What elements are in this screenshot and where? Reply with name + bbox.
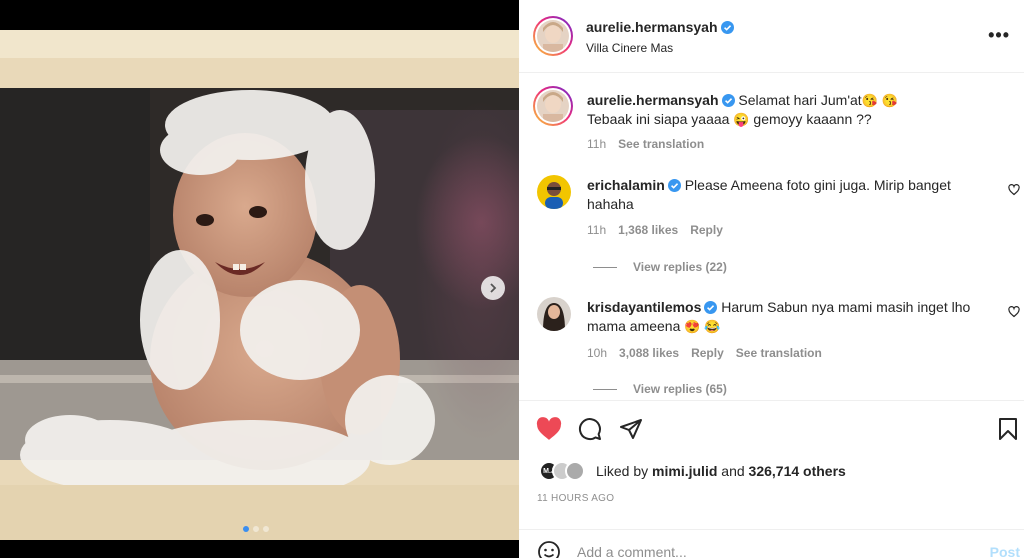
liked-by-user[interactable]: mimi.julid	[652, 463, 717, 479]
comment: krisdayantilemos Harum Sabun nya mami ma…	[587, 298, 987, 336]
divider	[593, 266, 617, 268]
comment-username[interactable]: krisdayantilemos	[587, 299, 701, 315]
liked-by-prefix: Liked by	[596, 463, 649, 479]
reply-button[interactable]: Reply	[690, 223, 723, 237]
caption-line2-tail: gemoyy kaaann ??	[753, 111, 872, 127]
comment-time[interactable]: 11h	[587, 223, 606, 237]
verified-icon	[720, 21, 734, 34]
caption-time[interactable]: 11h	[587, 137, 606, 151]
post-photo	[0, 30, 519, 540]
view-replies-button[interactable]: View replies (65)	[593, 382, 727, 396]
verified-icon	[667, 179, 681, 192]
caption-line2: Tebaak ini siapa yaaaa	[587, 111, 730, 127]
share-icon[interactable]	[619, 417, 643, 441]
liker-avatar	[565, 461, 585, 481]
comments-list[interactable]: aurelie.hermansyah Selamat hari Jum'at😘 …	[519, 74, 1024, 400]
post-header: aurelie.hermansyah Villa Cinere Mas •••	[519, 0, 1024, 73]
carousel-dot	[243, 526, 249, 532]
view-replies-button[interactable]: View replies (22)	[593, 260, 727, 274]
reply-button[interactable]: Reply	[691, 346, 724, 360]
carousel-indicator	[243, 526, 269, 532]
heart-icon[interactable]	[536, 417, 562, 441]
post-sidebar: aurelie.hermansyah Villa Cinere Mas ••• …	[519, 0, 1024, 558]
view-replies-label: View replies (65)	[633, 382, 727, 396]
comment-icon[interactable]	[578, 417, 602, 441]
liker-avatars[interactable]: M.J	[539, 461, 591, 483]
verified-icon	[704, 301, 718, 314]
divider	[593, 388, 617, 390]
see-translation-link[interactable]: See translation	[736, 346, 822, 360]
post-actions: M.J Liked by mimi.julid and 326,714 othe…	[519, 400, 1024, 558]
comment-input[interactable]: Add a comment...	[577, 544, 687, 558]
comment-likes[interactable]: 1,368 likes	[618, 223, 678, 237]
view-replies-label: View replies (22)	[633, 260, 727, 274]
comment-emoji: 😍 😂	[684, 319, 721, 334]
post-timestamp[interactable]: 11 HOURS AGO	[537, 493, 614, 504]
comment-username[interactable]: erichalamin	[587, 177, 665, 193]
post-location[interactable]: Villa Cinere Mas	[586, 41, 673, 55]
comment-likes[interactable]: 3,088 likes	[619, 346, 679, 360]
carousel-dot	[263, 526, 269, 532]
caption-emoji: 😘 😘	[861, 93, 898, 108]
carousel-next-button[interactable]	[481, 276, 505, 300]
comment-time[interactable]: 10h	[587, 346, 607, 360]
caption-line1: Selamat hari Jum'at	[738, 92, 862, 108]
carousel-dot	[253, 526, 259, 532]
more-icon: •••	[988, 25, 1010, 45]
comment-like-icon[interactable]	[1008, 184, 1020, 196]
comment: erichalamin Please Ameena foto gini juga…	[587, 176, 987, 214]
verified-icon	[721, 94, 735, 107]
author-avatar[interactable]	[533, 16, 573, 56]
caption-username[interactable]: aurelie.hermansyah	[587, 92, 719, 108]
caption-meta: 11h See translation	[587, 137, 704, 151]
bookmark-icon[interactable]	[997, 417, 1019, 441]
comment-like-icon[interactable]	[1008, 306, 1020, 318]
caption-avatar[interactable]	[533, 86, 573, 126]
post-comment-button[interactable]: Post	[990, 544, 1020, 558]
add-comment-bar: Add a comment... Post	[519, 529, 1024, 558]
comment-avatar[interactable]	[537, 175, 571, 209]
comment-meta: 11h 1,368 likes Reply	[587, 223, 723, 237]
comment-avatar[interactable]	[537, 297, 571, 331]
comment-meta: 10h 3,088 likes Reply See translation	[587, 346, 822, 360]
see-translation-link[interactable]: See translation	[618, 137, 704, 151]
more-options-button[interactable]: •••	[988, 26, 1010, 44]
likes-count[interactable]: 326,714 others	[749, 463, 846, 479]
caption-emoji: 😜	[733, 112, 750, 127]
post-media[interactable]	[0, 0, 519, 558]
author-username[interactable]: aurelie.hermansyah	[586, 19, 718, 35]
caption: aurelie.hermansyah Selamat hari Jum'at😘 …	[587, 91, 987, 129]
likes-summary: Liked by mimi.julid and 326,714 others	[596, 463, 846, 479]
smile-icon[interactable]	[537, 540, 561, 558]
chevron-right-icon	[490, 283, 497, 293]
liked-by-and: and	[721, 463, 745, 479]
